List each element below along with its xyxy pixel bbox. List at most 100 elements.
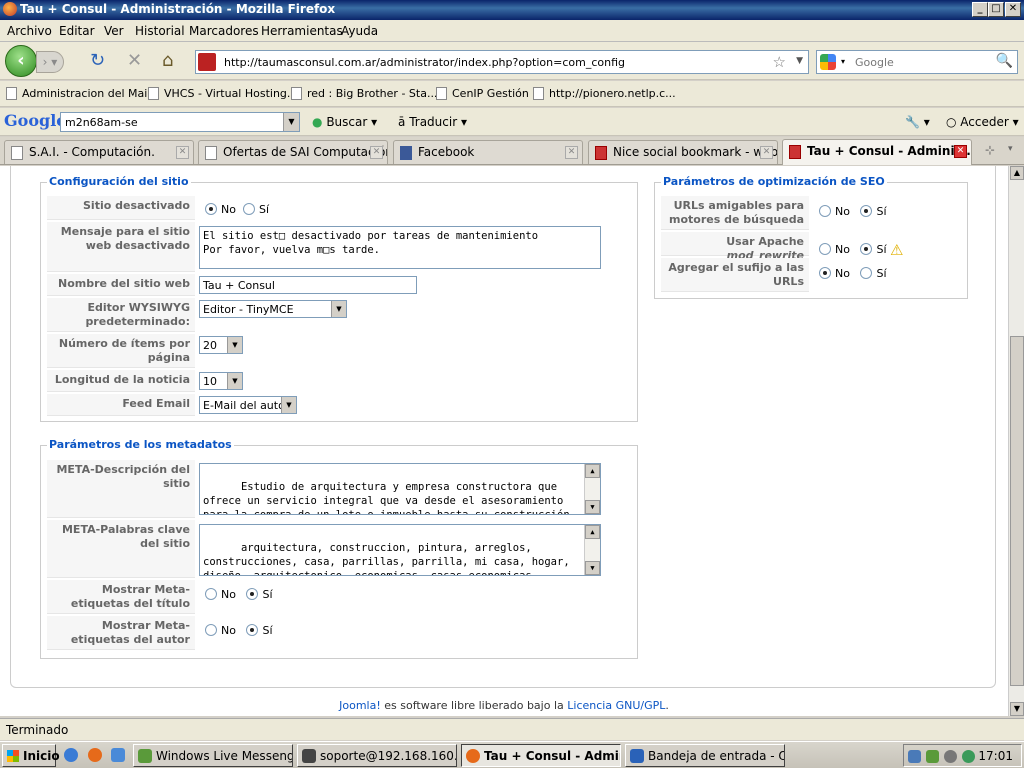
menu-editar[interactable]: Editar bbox=[59, 24, 95, 38]
messenger-tray-icon[interactable] bbox=[926, 750, 939, 763]
traducir-button[interactable]: ā Traducir ▾ bbox=[398, 115, 467, 129]
list-limit-select[interactable]: 20 ▼ bbox=[199, 336, 243, 354]
textarea-scrollbar[interactable]: ▲ ▼ bbox=[584, 525, 600, 575]
close-tab-icon[interactable]: ✕ bbox=[176, 146, 189, 159]
tab-tau-consul[interactable]: Tau + Consul - Adminis... ✕ bbox=[782, 139, 972, 165]
url-dropdown-icon[interactable]: ▼ bbox=[796, 56, 803, 66]
search-icon[interactable]: 🔍 bbox=[996, 53, 1013, 69]
editor-select[interactable]: Editor - TinyMCE ▼ bbox=[199, 300, 347, 318]
rewrite-no-radio[interactable] bbox=[819, 243, 831, 255]
show-title-no-radio[interactable] bbox=[205, 588, 217, 600]
window-titlebar[interactable]: Tau + Consul - Administración - Mozilla … bbox=[0, 0, 1024, 20]
show-author-no-radio[interactable] bbox=[205, 624, 217, 636]
close-tab-icon[interactable]: ✕ bbox=[954, 145, 967, 158]
suffix-no-radio[interactable] bbox=[819, 267, 831, 279]
google-query-input[interactable]: m2n68am-se ▼ bbox=[60, 112, 300, 132]
wrench-icon[interactable]: 🔧 ▾ bbox=[905, 115, 930, 129]
radio-label: No bbox=[835, 243, 850, 256]
scroll-thumb[interactable] bbox=[1010, 336, 1024, 686]
suffix-yes-radio[interactable] bbox=[860, 267, 873, 279]
bookmark-star-icon[interactable]: ☆ bbox=[773, 53, 786, 71]
meta-description-text: Estudio de arquitectura y empresa constr… bbox=[203, 481, 576, 515]
tab-list-icon[interactable]: ⊹ bbox=[985, 143, 995, 157]
menu-herramientas[interactable]: Herramientas bbox=[261, 24, 343, 38]
offline-no-radio[interactable] bbox=[205, 203, 217, 215]
tab-nice-social[interactable]: Nice social bookmark - web... ✕ bbox=[588, 140, 778, 164]
chevron-down-icon[interactable]: ▼ bbox=[283, 113, 299, 131]
close-button[interactable]: ✕ bbox=[1005, 2, 1021, 17]
show-title-yes-radio[interactable] bbox=[246, 588, 259, 600]
bookmark-item[interactable]: CenIP Gestión bbox=[436, 87, 529, 100]
ie-icon[interactable] bbox=[64, 748, 78, 762]
buscar-button[interactable]: ● Buscar ▾ bbox=[312, 115, 377, 129]
chevron-down-icon[interactable]: ▼ bbox=[331, 301, 346, 317]
site-favicon bbox=[198, 53, 216, 71]
offline-message-textarea[interactable]: El sitio est□ desactivado por tareas de … bbox=[199, 226, 601, 269]
sitename-input[interactable]: Tau + Consul bbox=[199, 276, 417, 294]
scroll-up-icon[interactable]: ▲ bbox=[585, 464, 600, 478]
offline-yes-radio[interactable] bbox=[242, 203, 255, 215]
menu-ver[interactable]: Ver bbox=[104, 24, 124, 38]
meta-keywords-textarea[interactable]: arquitectura, construccion, pintura, arr… bbox=[199, 524, 601, 576]
feed-email-select[interactable]: E-Mail del autor ▼ bbox=[199, 396, 297, 414]
license-link[interactable]: Licencia GNU/GPL bbox=[567, 699, 665, 712]
sef-yes-radio[interactable] bbox=[860, 205, 873, 217]
network-icon[interactable] bbox=[908, 750, 921, 763]
tab-sai[interactable]: S.A.I. - Computación. ✕ bbox=[4, 140, 194, 164]
tab-ofertas[interactable]: Ofertas de SAI Computación ✕ bbox=[198, 140, 388, 164]
show-author-yes-radio[interactable] bbox=[246, 624, 259, 636]
bookmark-item[interactable]: VHCS - Virtual Hosting... bbox=[148, 87, 297, 100]
maximize-button[interactable]: □ bbox=[988, 2, 1004, 17]
close-tab-icon[interactable]: ✕ bbox=[370, 146, 383, 159]
scroll-up-icon[interactable]: ▲ bbox=[1010, 166, 1024, 180]
textarea-scrollbar[interactable]: ▲ ▼ bbox=[584, 464, 600, 514]
rewrite-yes-radio[interactable] bbox=[860, 243, 873, 255]
bookmark-item[interactable]: http://pionero.netlp.c... bbox=[533, 87, 676, 100]
chevron-down-icon[interactable]: ▼ bbox=[227, 337, 242, 353]
chevron-down-icon[interactable]: ▼ bbox=[227, 373, 242, 389]
home-icon[interactable]: ⌂ bbox=[162, 51, 173, 71]
status-tray-icon[interactable] bbox=[962, 750, 975, 763]
scroll-down-icon[interactable]: ▼ bbox=[585, 561, 600, 575]
firefox-icon[interactable] bbox=[88, 748, 102, 762]
scroll-down-icon[interactable]: ▼ bbox=[585, 500, 600, 514]
menu-ayuda[interactable]: Ayuda bbox=[341, 24, 378, 38]
menu-historial[interactable]: Historial bbox=[135, 24, 185, 38]
google-engine-icon[interactable] bbox=[820, 54, 836, 70]
scroll-down-icon[interactable]: ▼ bbox=[1010, 702, 1024, 716]
bookmark-item[interactable]: red : Big Brother - Sta... bbox=[291, 87, 437, 100]
task-firefox[interactable]: Tau + Consul - Admini... bbox=[461, 744, 621, 767]
chevron-down-icon[interactable]: ▾ bbox=[1008, 144, 1013, 154]
bookmark-item[interactable]: Administracion del Mai... bbox=[6, 87, 158, 100]
scroll-up-icon[interactable]: ▲ bbox=[585, 525, 600, 539]
page-icon bbox=[533, 87, 544, 100]
feed-email-value: E-Mail del autor bbox=[203, 399, 290, 412]
page-icon bbox=[205, 146, 217, 160]
task-soporte[interactable]: soporte@192.168.160.9... bbox=[297, 744, 457, 767]
sef-no-radio[interactable] bbox=[819, 205, 831, 217]
acceder-button[interactable]: ○ Acceder ▾ bbox=[946, 115, 1019, 129]
feed-limit-select[interactable]: 10 ▼ bbox=[199, 372, 243, 390]
joomla-link[interactable]: Joomla! bbox=[339, 699, 381, 712]
close-tab-icon[interactable]: ✕ bbox=[565, 146, 578, 159]
engine-dropdown-icon[interactable]: ▾ bbox=[841, 57, 845, 66]
start-button[interactable]: Inicio bbox=[2, 744, 60, 767]
chevron-down-icon[interactable]: ▼ bbox=[281, 397, 296, 413]
url-bar[interactable]: http://taumasconsul.com.ar/administrator… bbox=[195, 50, 809, 74]
menu-marcadores[interactable]: Marcadores bbox=[189, 24, 259, 38]
search-box[interactable]: ▾ Google 🔍 bbox=[816, 50, 1018, 74]
reload-icon[interactable]: ↻ bbox=[90, 51, 105, 71]
forward-button[interactable]: › ▾ bbox=[36, 51, 64, 73]
minimize-button[interactable]: _ bbox=[972, 2, 988, 17]
app-icon[interactable] bbox=[111, 748, 125, 762]
task-messenger[interactable]: Windows Live Messenger bbox=[133, 744, 293, 767]
close-tab-icon[interactable]: ✕ bbox=[760, 146, 773, 159]
tab-facebook[interactable]: Facebook ✕ bbox=[393, 140, 583, 164]
page-scrollbar[interactable]: ▲ ▼ bbox=[1008, 166, 1024, 716]
back-button[interactable]: ‹ bbox=[5, 45, 37, 77]
meta-description-textarea[interactable]: Estudio de arquitectura y empresa constr… bbox=[199, 463, 601, 515]
task-outlook[interactable]: Bandeja de entrada - Ou... bbox=[625, 744, 785, 767]
menu-archivo[interactable]: Archivo bbox=[7, 24, 52, 38]
volume-icon[interactable] bbox=[944, 750, 957, 763]
stop-icon[interactable]: ✕ bbox=[127, 51, 142, 71]
